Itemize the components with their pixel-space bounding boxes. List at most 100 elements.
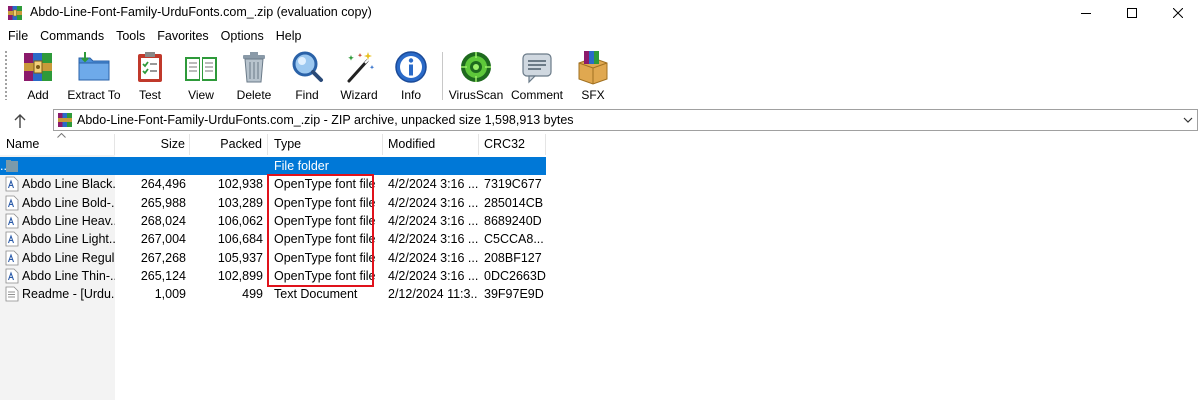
toolbar: Add Extract To Test View Delete Find Wiz…	[0, 46, 1200, 106]
menu-options[interactable]: Options	[215, 26, 270, 46]
menu-bar: File Commands Tools Favorites Options He…	[0, 26, 1200, 46]
comment-icon	[522, 53, 552, 84]
sfx-box-icon	[578, 51, 608, 85]
archive-icon	[58, 113, 72, 127]
magnifier-icon	[292, 51, 323, 82]
font-file-icon	[5, 195, 19, 210]
trash-can-icon	[243, 52, 265, 83]
comment-button[interactable]: Comment	[510, 49, 564, 103]
add-archive-icon	[24, 53, 52, 81]
file-crc32: 0DC2663D	[484, 268, 546, 283]
maximize-button[interactable]	[1109, 0, 1155, 26]
file-crc32: 285014CB	[484, 195, 544, 210]
text-file-icon	[5, 286, 19, 302]
sfx-button[interactable]: SFX	[573, 49, 613, 103]
menu-file[interactable]: File	[2, 26, 34, 46]
file-size: 1,009	[154, 287, 186, 302]
parent-folder-row[interactable]: .. File folder	[0, 157, 546, 175]
font-file-icon	[5, 231, 19, 247]
file-size	[115, 157, 186, 175]
add-label: Add	[27, 88, 49, 102]
file-modified: 2/12/2024 11:3...	[388, 287, 478, 302]
file-packed: 103,289	[217, 195, 263, 210]
menu-tools[interactable]: Tools	[110, 26, 151, 46]
file-name: Abdo Line Thin-...	[22, 268, 115, 283]
file-modified: 4/2/2024 3:16 ...	[388, 232, 478, 247]
file-name: Readme - [Urdu...	[22, 287, 115, 302]
wizard-button[interactable]: Wizard	[339, 49, 379, 103]
magic-wand-icon	[347, 52, 375, 83]
header-size-label: Size	[160, 137, 185, 151]
file-packed: 106,684	[217, 232, 263, 247]
file-list[interactable]: .. File folder Abdo Line Black... 264,496 10…	[0, 155, 1200, 400]
file-type: Text Document	[274, 287, 358, 302]
minimize-button[interactable]	[1063, 0, 1109, 26]
file-packed: 499	[242, 287, 263, 302]
virusscan-button[interactable]: VirusScan	[449, 49, 503, 103]
info-button[interactable]: Info	[394, 49, 428, 103]
file-name: Abdo Line Black...	[22, 177, 115, 192]
file-crc32: 7319C677	[484, 177, 542, 192]
address-field[interactable]: Abdo-Line-Font-Family-UrduFonts.com_.zip…	[53, 109, 1198, 131]
address-text: Abdo-Line-Font-Family-UrduFonts.com_.zip…	[77, 113, 574, 127]
file-name: Abdo Line Heav...	[22, 213, 115, 228]
file-crc32	[484, 157, 546, 175]
winrar-app-icon[interactable]	[7, 5, 23, 21]
font-file-icon	[5, 176, 19, 192]
sfx-label: SFX	[581, 88, 605, 102]
close-button[interactable]	[1155, 0, 1200, 26]
info-icon	[395, 51, 427, 83]
view-button[interactable]: View	[179, 49, 223, 103]
header-crc32[interactable]: CRC32	[479, 134, 546, 155]
test-button[interactable]: Test	[130, 49, 170, 103]
file-packed: 106,062	[217, 213, 263, 228]
find-label: Find	[295, 88, 319, 102]
header-crc32-label: CRC32	[484, 137, 525, 151]
view-book-icon	[185, 57, 217, 81]
header-packed[interactable]: Packed	[190, 134, 268, 155]
toolbar-separator	[442, 52, 443, 100]
minimize-icon	[1081, 13, 1091, 14]
file-type: File folder	[274, 159, 329, 173]
extract-to-button[interactable]: Extract To	[66, 49, 122, 103]
window-title: Abdo-Line-Font-Family-UrduFonts.com_.zip…	[30, 5, 372, 19]
header-type[interactable]: Type	[268, 134, 383, 155]
file-crc32: 208BF127	[484, 250, 542, 265]
test-label: Test	[138, 88, 161, 102]
address-dropdown-button[interactable]	[1181, 112, 1195, 128]
header-name[interactable]: Name	[0, 133, 115, 155]
title-bar: Abdo-Line-Font-Family-UrduFonts.com_.zip…	[0, 0, 1200, 26]
up-folder-button[interactable]	[10, 111, 30, 131]
file-size: 267,004	[140, 232, 186, 247]
file-row[interactable]: Readme - [Urdu... 1,009 499 Text Document 2/…	[0, 285, 546, 303]
menu-help[interactable]: Help	[270, 26, 308, 46]
header-modified[interactable]: Modified	[383, 134, 479, 155]
column-headers: Name Size Packed Type Modified CRC32	[0, 133, 1200, 155]
font-file-icon	[5, 268, 19, 284]
file-size: 267,268	[140, 250, 186, 265]
header-size[interactable]: Size	[115, 134, 190, 155]
file-modified: 4/2/2024 3:16 ...	[388, 177, 478, 192]
add-button[interactable]: Add	[18, 49, 58, 103]
test-clipboard-icon	[138, 52, 162, 82]
file-modified: 4/2/2024 3:16 ...	[388, 195, 478, 210]
find-button[interactable]: Find	[288, 49, 326, 103]
view-label: View	[188, 88, 214, 102]
file-modified: 4/2/2024 3:16 ...	[388, 213, 478, 228]
delete-button[interactable]: Delete	[233, 49, 275, 103]
file-packed: 102,938	[217, 177, 263, 192]
file-packed: 102,899	[217, 268, 263, 283]
header-type-label: Type	[274, 137, 302, 151]
sort-ascending-icon	[57, 133, 66, 138]
info-label: Info	[400, 88, 421, 102]
menu-commands[interactable]: Commands	[34, 26, 110, 46]
file-size: 265,988	[140, 195, 186, 210]
address-bar: Abdo-Line-Font-Family-UrduFonts.com_.zip…	[0, 108, 1200, 133]
file-size: 264,496	[140, 177, 186, 192]
file-modified: 4/2/2024 3:16 ...	[388, 268, 478, 283]
annotation-highlight-box	[267, 174, 374, 287]
chevron-down-icon	[1183, 117, 1193, 123]
menu-favorites[interactable]: Favorites	[151, 26, 214, 46]
toolbar-grip[interactable]	[4, 50, 8, 100]
file-size: 265,124	[140, 268, 186, 283]
